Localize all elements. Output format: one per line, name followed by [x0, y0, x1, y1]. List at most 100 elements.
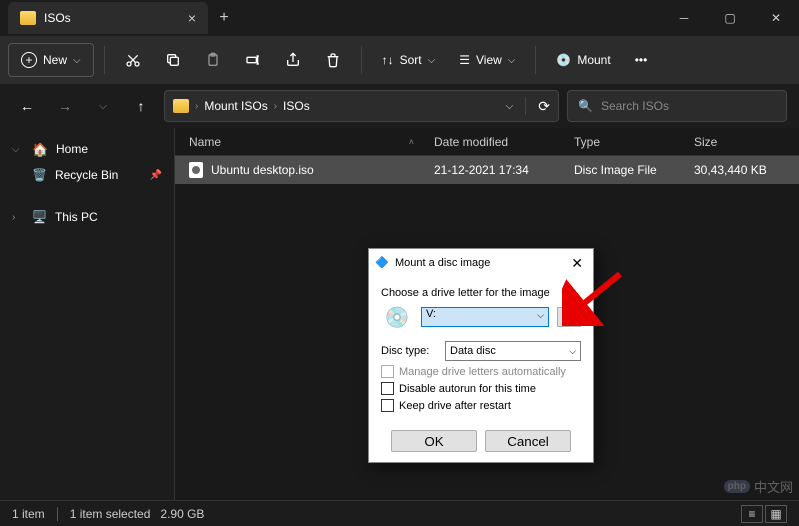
col-type-label: Type	[574, 135, 600, 149]
plus-icon: +	[21, 52, 37, 68]
rename-button[interactable]	[235, 43, 271, 77]
cancel-button[interactable]: Cancel	[485, 430, 571, 452]
copy-button[interactable]	[155, 43, 191, 77]
col-size-label: Size	[694, 135, 717, 149]
ok-button[interactable]: OK	[391, 430, 477, 452]
column-size[interactable]: Size	[694, 135, 799, 149]
column-name[interactable]: Name˄	[189, 135, 434, 149]
paste-icon	[205, 52, 221, 68]
dialog-titlebar[interactable]: 🔷 Mount a disc image ✕	[369, 249, 593, 277]
breadcrumb-segment[interactable]: ISOs	[283, 99, 310, 113]
search-icon: 🔍	[578, 99, 593, 113]
sidebar-item-this-pc[interactable]: › This PC	[0, 204, 174, 230]
chevron-right-icon: ›	[12, 212, 24, 223]
column-date[interactable]: Date modified	[434, 135, 574, 149]
maximize-button[interactable]: ▢	[707, 0, 753, 36]
minimize-button[interactable]: ─	[661, 0, 707, 36]
new-tab-button[interactable]: +	[208, 2, 240, 34]
sort-button[interactable]: ↑↓ Sort ⌵	[372, 43, 446, 77]
more-button[interactable]: •••	[625, 43, 658, 77]
file-row[interactable]: Ubuntu desktop.iso 21-12-2021 17:34 Disc…	[175, 156, 799, 184]
dialog-close-button[interactable]: ✕	[567, 255, 587, 272]
status-count: 1 item	[12, 507, 45, 521]
view-label: View	[476, 53, 502, 67]
status-size: 2.90 GB	[160, 507, 204, 521]
search-box[interactable]: 🔍 Search ISOs	[567, 90, 787, 122]
close-tab-icon[interactable]: ×	[188, 10, 196, 26]
trash-icon	[325, 52, 341, 68]
col-date-label: Date modified	[434, 135, 508, 149]
dialog-buttons: OK Cancel	[369, 422, 593, 462]
search-placeholder: Search ISOs	[601, 99, 669, 113]
sort-label: Sort	[400, 53, 422, 67]
divider	[57, 507, 58, 521]
disc-drive-icon: 💿	[381, 305, 413, 329]
new-label: New	[43, 53, 67, 67]
home-icon	[32, 142, 48, 156]
thumbnails-view-button[interactable]: ▦	[765, 505, 787, 523]
disc-type-select[interactable]: Data disc ⌵	[445, 341, 581, 361]
sidebar-item-recycle-bin[interactable]: Recycle Bin 📌	[0, 162, 174, 188]
sidebar: ⌵ Home Recycle Bin 📌 › This PC	[0, 128, 175, 500]
up-button[interactable]: ↑	[126, 91, 156, 121]
home-label: Home	[56, 142, 162, 156]
share-button[interactable]	[275, 43, 311, 77]
chevron-down-icon: ⌵	[508, 55, 516, 66]
chevron-down-icon: ⌵	[428, 55, 436, 66]
dialog-title: Mount a disc image	[395, 257, 490, 269]
rename-icon	[245, 52, 261, 68]
breadcrumb-segment[interactable]: Mount ISOs	[204, 99, 267, 113]
chk-autorun-label: Disable autorun for this time	[399, 383, 536, 395]
tab-title: ISOs	[44, 11, 71, 25]
share-icon	[285, 52, 301, 68]
title-bar: ISOs × + ─ ▢ ✕	[0, 0, 799, 36]
column-headers: Name˄ Date modified Type Size	[175, 128, 799, 156]
window-tab[interactable]: ISOs ×	[8, 2, 208, 34]
back-button[interactable]: ←	[12, 91, 42, 121]
copy-icon	[165, 52, 181, 68]
details-view-button[interactable]: ≡	[741, 505, 763, 523]
checkbox-icon	[381, 365, 394, 378]
app-icon: 🔷	[375, 256, 389, 270]
checkbox-keep-drive[interactable]: Keep drive after restart	[381, 399, 581, 412]
divider	[525, 97, 526, 115]
checkbox-manage-letters: Manage drive letters automatically	[381, 365, 581, 378]
forward-button[interactable]: →	[50, 91, 80, 121]
file-type: Disc Image File	[574, 163, 694, 177]
close-button[interactable]: ✕	[753, 0, 799, 36]
divider	[104, 46, 105, 74]
more-icon: •••	[635, 53, 648, 67]
paste-button[interactable]	[195, 43, 231, 77]
mount-button[interactable]: 💿 Mount	[546, 43, 620, 77]
chk-keep-label: Keep drive after restart	[399, 400, 511, 412]
php-logo-icon: php	[724, 480, 750, 493]
dialog-body: Choose a drive letter for the image 💿 V:…	[369, 277, 593, 422]
disc-type-value: Data disc	[450, 345, 496, 357]
mount-icon: 💿	[556, 53, 571, 67]
status-bar: 1 item 1 item selected 2.90 GB ≡ ▦	[0, 500, 799, 526]
view-button[interactable]: ☰ View ⌵	[449, 43, 525, 77]
col-name-label: Name	[189, 135, 221, 149]
chevron-right-icon: ›	[274, 101, 277, 112]
dialog-instruction: Choose a drive letter for the image	[381, 287, 581, 299]
drive-letter-select[interactable]: V: ⌵	[421, 307, 549, 327]
refresh-button[interactable]: ⟳	[538, 98, 550, 115]
checkbox-disable-autorun[interactable]: Disable autorun for this time	[381, 382, 581, 395]
delete-button[interactable]	[315, 43, 351, 77]
divider	[361, 46, 362, 74]
chevron-down-icon[interactable]: ⌵	[506, 101, 514, 112]
disc-type-label: Disc type:	[381, 345, 437, 357]
chevron-down-icon: ⌵	[537, 310, 544, 321]
sidebar-item-home[interactable]: ⌵ Home	[0, 136, 174, 162]
column-type[interactable]: Type	[574, 135, 694, 149]
view-icon: ☰	[459, 53, 470, 67]
nav-bar: ← → ⌵ ↑ › Mount ISOs › ISOs ⌵ ⟳ 🔍 Search…	[0, 84, 799, 128]
cut-button[interactable]	[115, 43, 151, 77]
address-bar[interactable]: › Mount ISOs › ISOs ⌵ ⟳	[164, 90, 559, 122]
new-button[interactable]: + New ⌵	[8, 43, 94, 77]
chevron-right-icon: ›	[195, 101, 198, 112]
status-selected: 1 item selected	[70, 507, 151, 521]
browse-button[interactable]: ...	[557, 307, 581, 327]
recent-button[interactable]: ⌵	[88, 91, 118, 121]
pin-icon: 📌	[150, 170, 162, 181]
